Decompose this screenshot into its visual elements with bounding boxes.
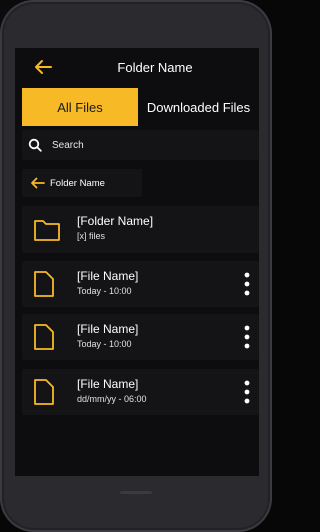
item-subtitle: Today - 10:00	[77, 286, 132, 296]
item-title: [Folder Name]	[77, 214, 154, 228]
list-item-folder[interactable]: [Folder Name] [x] files	[22, 206, 259, 253]
file-icon	[34, 324, 54, 350]
page-title: Folder Name	[117, 60, 193, 75]
tab-bar: All Files Downloaded Files	[22, 88, 259, 126]
item-title: [File Name]	[77, 322, 139, 336]
phone-screen: Folder Name All Files Downloaded Files S…	[15, 48, 259, 476]
arrow-left-icon	[31, 177, 45, 189]
item-subtitle: dd/mm/yy - 06:00	[77, 394, 147, 404]
item-title: [File Name]	[77, 377, 139, 391]
file-icon	[34, 379, 54, 405]
list-item-file[interactable]: [File Name] Today - 10:00	[22, 314, 259, 360]
more-options-icon[interactable]	[240, 378, 254, 406]
breadcrumb[interactable]: Folder Name	[22, 169, 142, 197]
file-icon	[34, 271, 54, 297]
app-stage: Folder Name All Files Downloaded Files S…	[0, 0, 272, 532]
tab-all-files[interactable]: All Files	[22, 88, 138, 126]
breadcrumb-label: Folder Name	[50, 177, 105, 189]
item-subtitle: [x] files	[77, 231, 106, 241]
folder-icon	[34, 220, 60, 241]
more-options-icon[interactable]	[240, 270, 254, 298]
search-icon	[28, 138, 42, 152]
search-input[interactable]: Search	[22, 130, 259, 160]
list-item-file[interactable]: [File Name] Today - 10:00	[22, 261, 259, 307]
item-subtitle: Today - 10:00	[77, 339, 132, 349]
phone-frame: Folder Name All Files Downloaded Files S…	[0, 0, 272, 532]
search-placeholder: Search	[52, 139, 84, 151]
item-title: [File Name]	[77, 269, 139, 283]
more-options-icon[interactable]	[240, 323, 254, 351]
tab-downloaded-files[interactable]: Downloaded Files	[138, 88, 259, 126]
list-item-file[interactable]: [File Name] dd/mm/yy - 06:00	[22, 369, 259, 415]
app-header: Folder Name	[15, 48, 259, 86]
home-indicator	[120, 491, 152, 494]
